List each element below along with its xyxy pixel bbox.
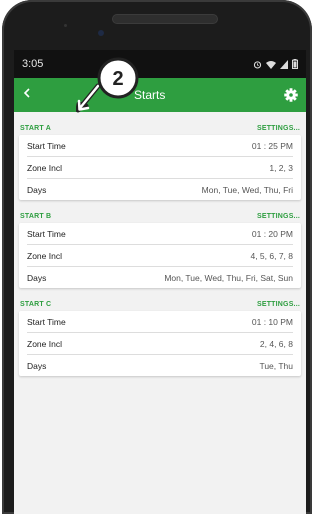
start-time-row[interactable]: Start Time 01 : 25 PM [27, 135, 293, 157]
row-label: Days [27, 184, 47, 195]
row-value: 4, 5, 6, 7, 8 [250, 250, 293, 261]
zone-incl-row[interactable]: Zone Incl 1, 2, 3 [27, 157, 293, 179]
start-a-title: START A [20, 125, 51, 132]
sensor [64, 24, 67, 27]
start-a-card: Start Time 01 : 25 PM Zone Incl 1, 2, 3 … [19, 135, 301, 200]
start-b-settings-link[interactable]: SETTINGS... [257, 213, 300, 220]
start-b-card: Start Time 01 : 20 PM Zone Incl 4, 5, 6,… [19, 223, 301, 288]
row-label: Days [27, 272, 47, 283]
zone-incl-row[interactable]: Zone Incl 2, 4, 6, 8 [27, 333, 293, 355]
row-value: Mon, Tue, Wed, Thu, Fri [201, 184, 293, 195]
days-row[interactable]: Days Mon, Tue, Wed, Thu, Fri, Sat, Sun [27, 267, 293, 288]
row-value: 1, 2, 3 [269, 162, 293, 173]
row-value: 01 : 10 PM [251, 316, 293, 327]
row-label: Zone Incl [27, 338, 62, 349]
alarm-icon [253, 60, 262, 69]
start-time-row[interactable]: Start Time 01 : 20 PM [27, 223, 293, 245]
row-label: Days [27, 360, 47, 371]
row-label: Start Time [27, 228, 66, 239]
wifi-icon [266, 60, 276, 69]
back-arrow-icon[interactable] [14, 86, 40, 104]
start-b-header: START B SETTINGS... [14, 204, 306, 220]
row-value: 01 : 25 PM [251, 140, 293, 151]
app-screen: 3:05 Starts START A SETTINGS... Start Ti… [14, 50, 306, 514]
row-value: 2, 4, 6, 8 [259, 338, 293, 349]
start-a-settings-link[interactable]: SETTINGS... [257, 125, 300, 132]
phone-frame: 3:05 Starts START A SETTINGS... Start Ti… [2, 0, 312, 514]
start-c-title: START C [20, 301, 52, 308]
start-c-card: Start Time 01 : 10 PM Zone Incl 2, 4, 6,… [19, 311, 301, 376]
earpiece-speaker [112, 14, 218, 24]
front-camera [98, 30, 104, 36]
row-value: 01 : 20 PM [251, 228, 293, 239]
gear-icon[interactable] [282, 86, 300, 104]
days-row[interactable]: Days Mon, Tue, Wed, Thu, Fri [27, 179, 293, 200]
app-bar: Starts [14, 78, 306, 112]
row-label: Start Time [27, 140, 66, 151]
start-time-row[interactable]: Start Time 01 : 10 PM [27, 311, 293, 333]
row-value: Mon, Tue, Wed, Thu, Fri, Sat, Sun [164, 272, 293, 283]
start-c-settings-link[interactable]: SETTINGS... [257, 301, 300, 308]
start-a-header: START A SETTINGS... [14, 116, 306, 132]
row-label: Zone Incl [27, 250, 62, 261]
page-title: Starts [134, 88, 166, 102]
start-b-title: START B [20, 213, 52, 220]
status-time: 3:05 [22, 58, 44, 70]
signal-icon [280, 59, 288, 69]
start-c-header: START C SETTINGS... [14, 292, 306, 308]
row-value: Tue, Thu [259, 360, 293, 371]
status-bar: 3:05 [14, 50, 306, 78]
days-row[interactable]: Days Tue, Thu [27, 355, 293, 376]
battery-icon [292, 59, 298, 69]
row-label: Start Time [27, 316, 66, 327]
status-icons [253, 59, 298, 69]
row-label: Zone Incl [27, 162, 62, 173]
zone-incl-row[interactable]: Zone Incl 4, 5, 6, 7, 8 [27, 245, 293, 267]
